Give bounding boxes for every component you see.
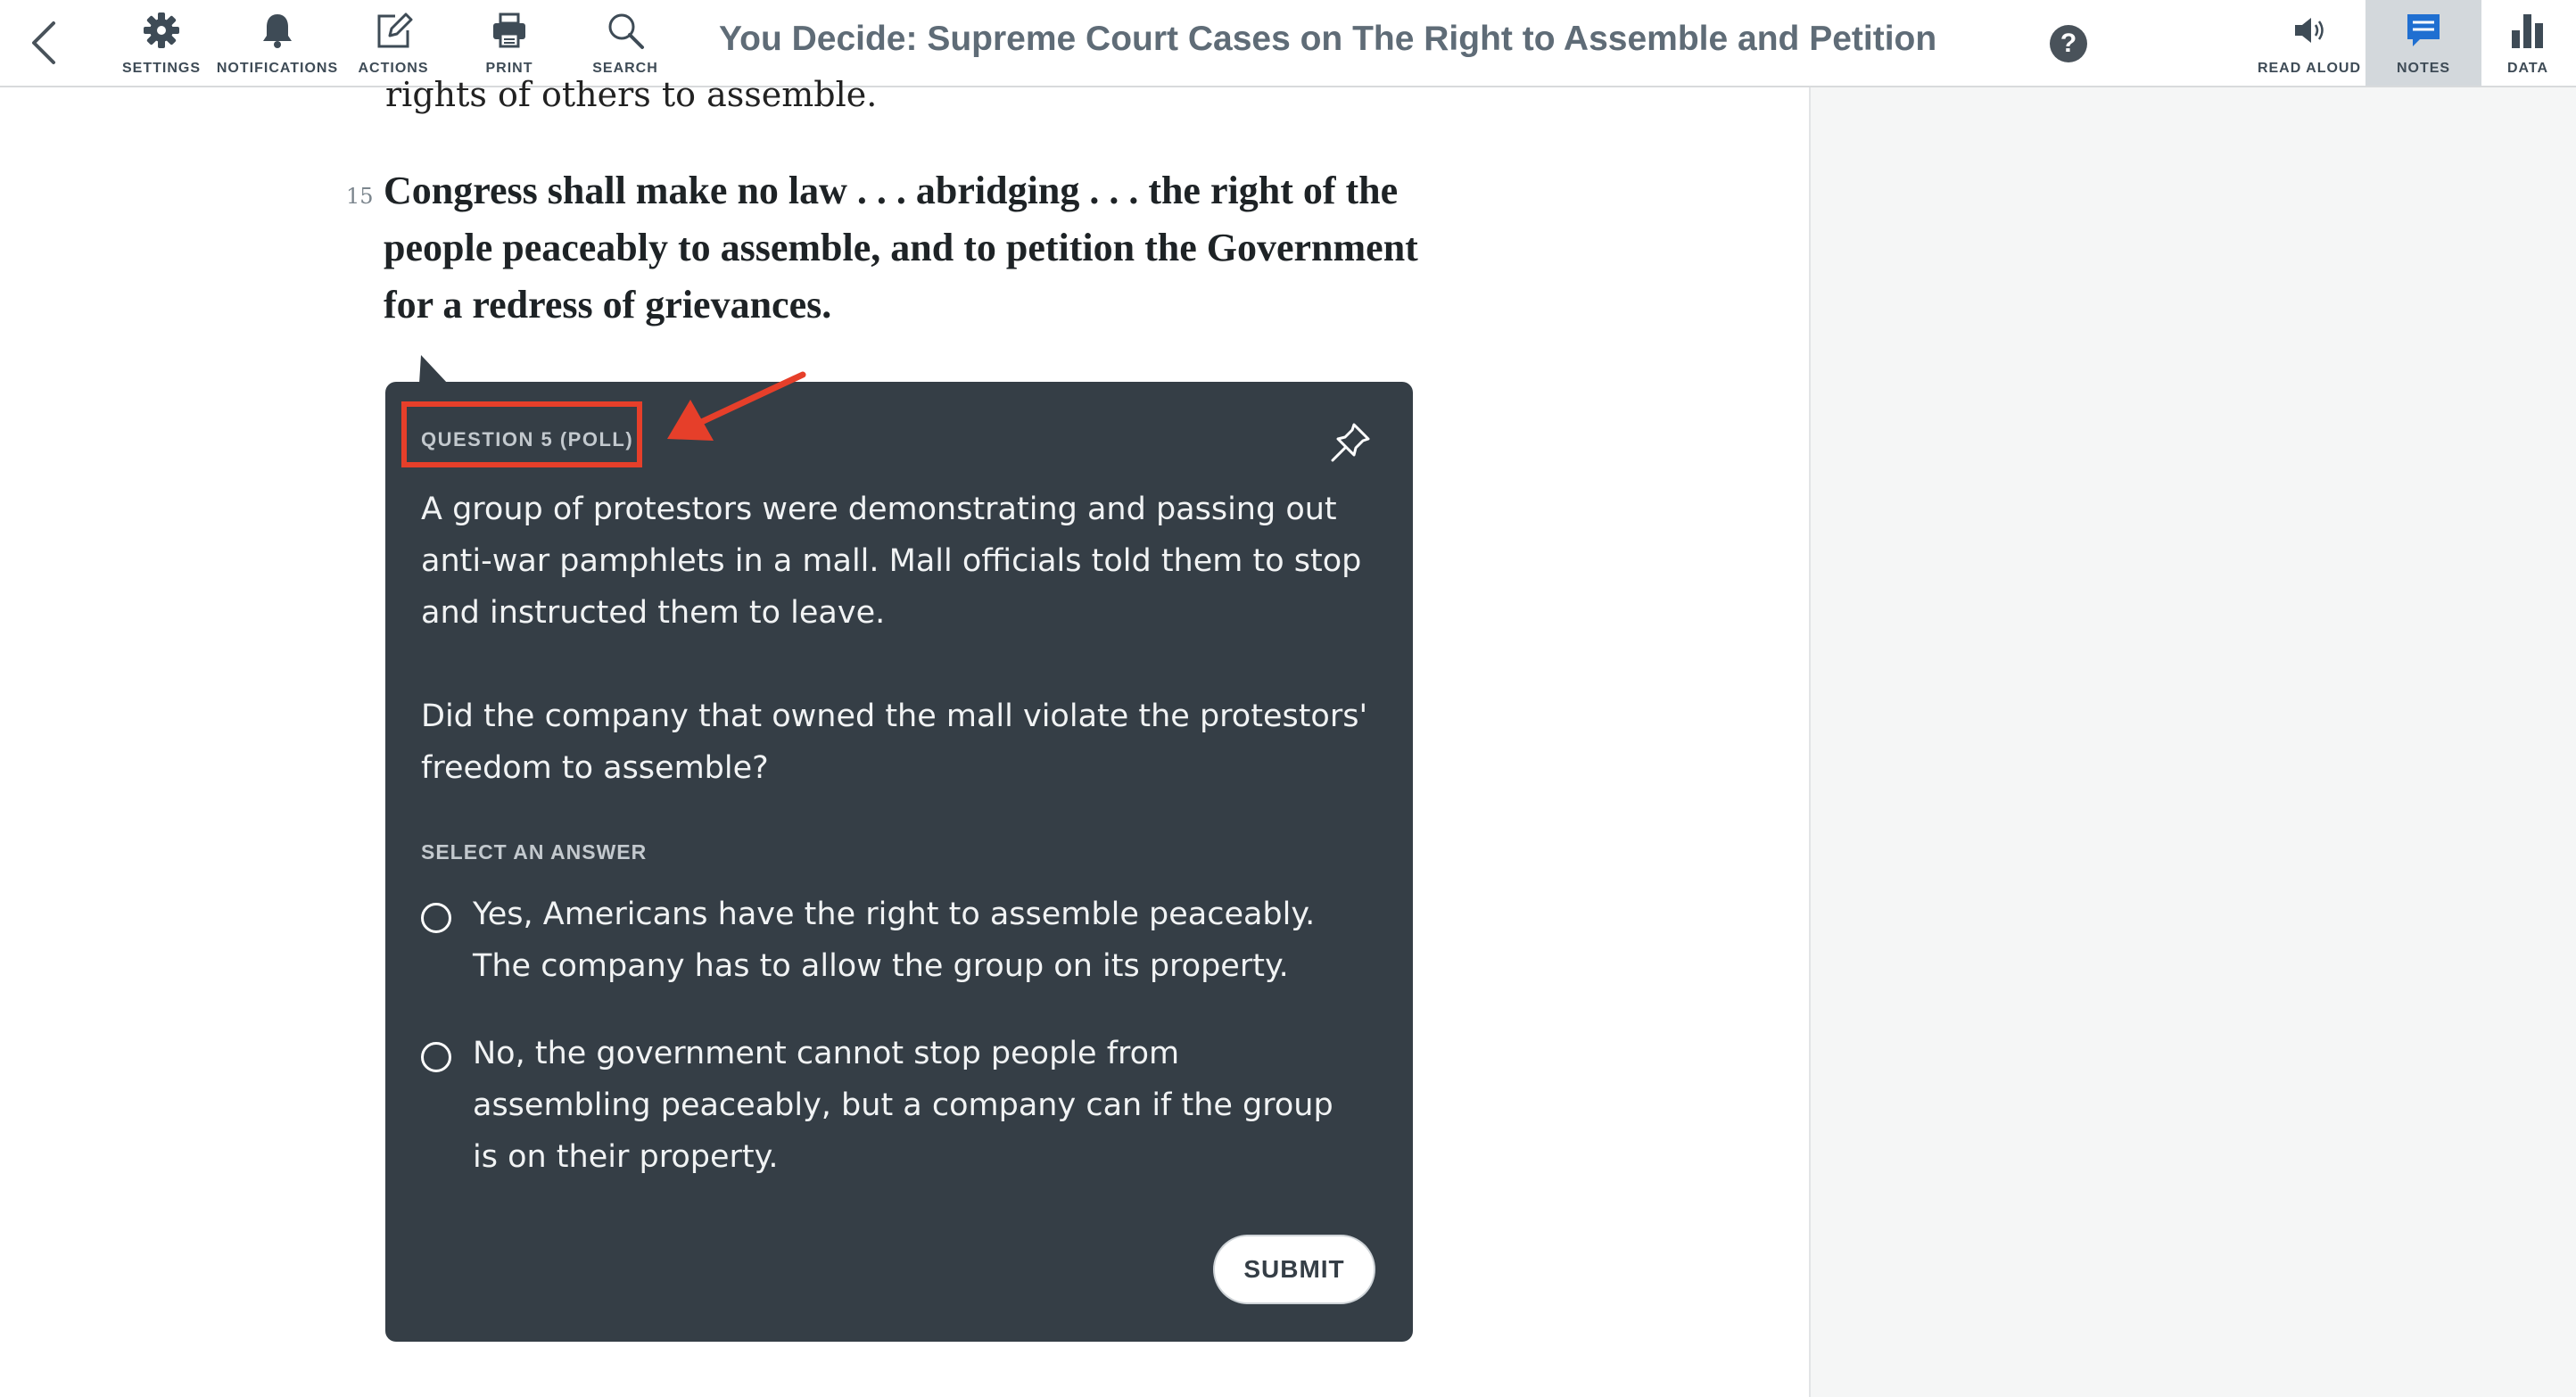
line-number: 15 (346, 184, 374, 209)
help-button[interactable]: ? (2050, 25, 2087, 62)
reading-previous-line: rights of others to assemble. (385, 75, 878, 114)
card-pointer (419, 355, 448, 384)
printer-icon (488, 9, 531, 52)
print-button[interactable]: PRINT (451, 0, 567, 86)
notes-label: NOTES (2396, 61, 2451, 76)
chevron-left-icon (32, 21, 55, 64)
answer-option-text[interactable]: Yes, Americans have the right to assembl… (473, 889, 1365, 992)
bar-chart-icon (2506, 9, 2549, 52)
question-subprompt: Did the company that owned the mall viol… (421, 698, 1368, 786)
settings-button[interactable]: SETTINGS (103, 0, 219, 86)
data-label: DATA (2506, 61, 2549, 76)
answer-option-text[interactable]: No, the government cannot stop people fr… (473, 1028, 1365, 1183)
notifications-button[interactable]: NOTIFICATIONS (216, 0, 339, 86)
question-label: QUESTION 5 (POLL) (421, 428, 634, 451)
page-title: You Decide: Supreme Court Cases on The R… (719, 20, 1937, 58)
radio-button[interactable] (421, 1042, 451, 1072)
notifications-label: NOTIFICATIONS (216, 61, 339, 76)
question-card: QUESTION 5 (POLL) A group of protestors … (385, 382, 1413, 1342)
gear-icon (140, 9, 183, 52)
speaker-icon (2288, 9, 2331, 52)
quote-text[interactable]: Congress shall make no law . . . abridgi… (384, 162, 1418, 334)
bell-icon (256, 9, 299, 52)
edit-icon (372, 9, 415, 52)
notes-panel (1809, 87, 2576, 1397)
data-button[interactable]: DATA (2480, 0, 2576, 86)
select-answer-label: SELECT AN ANSWER (421, 840, 648, 864)
question-prompt: A group of protestors were demonstrating… (421, 492, 1362, 631)
actions-button[interactable]: ACTIONS (335, 0, 451, 86)
annotation-arrow-icon (667, 371, 806, 441)
back-button[interactable] (21, 14, 71, 71)
read-aloud-button[interactable]: READ ALOUD (2251, 0, 2367, 86)
submit-button[interactable]: SUBMIT (1213, 1235, 1375, 1304)
radio-button[interactable] (421, 903, 451, 933)
search-button[interactable]: SEARCH (567, 0, 683, 86)
pin-button[interactable] (1327, 419, 1374, 466)
pin-icon (1331, 423, 1370, 462)
settings-label: SETTINGS (121, 61, 201, 76)
notes-button[interactable]: NOTES (2365, 0, 2481, 86)
search-icon (604, 9, 647, 52)
notes-icon (2402, 9, 2445, 52)
read-aloud-label: READ ALOUD (2257, 61, 2362, 76)
